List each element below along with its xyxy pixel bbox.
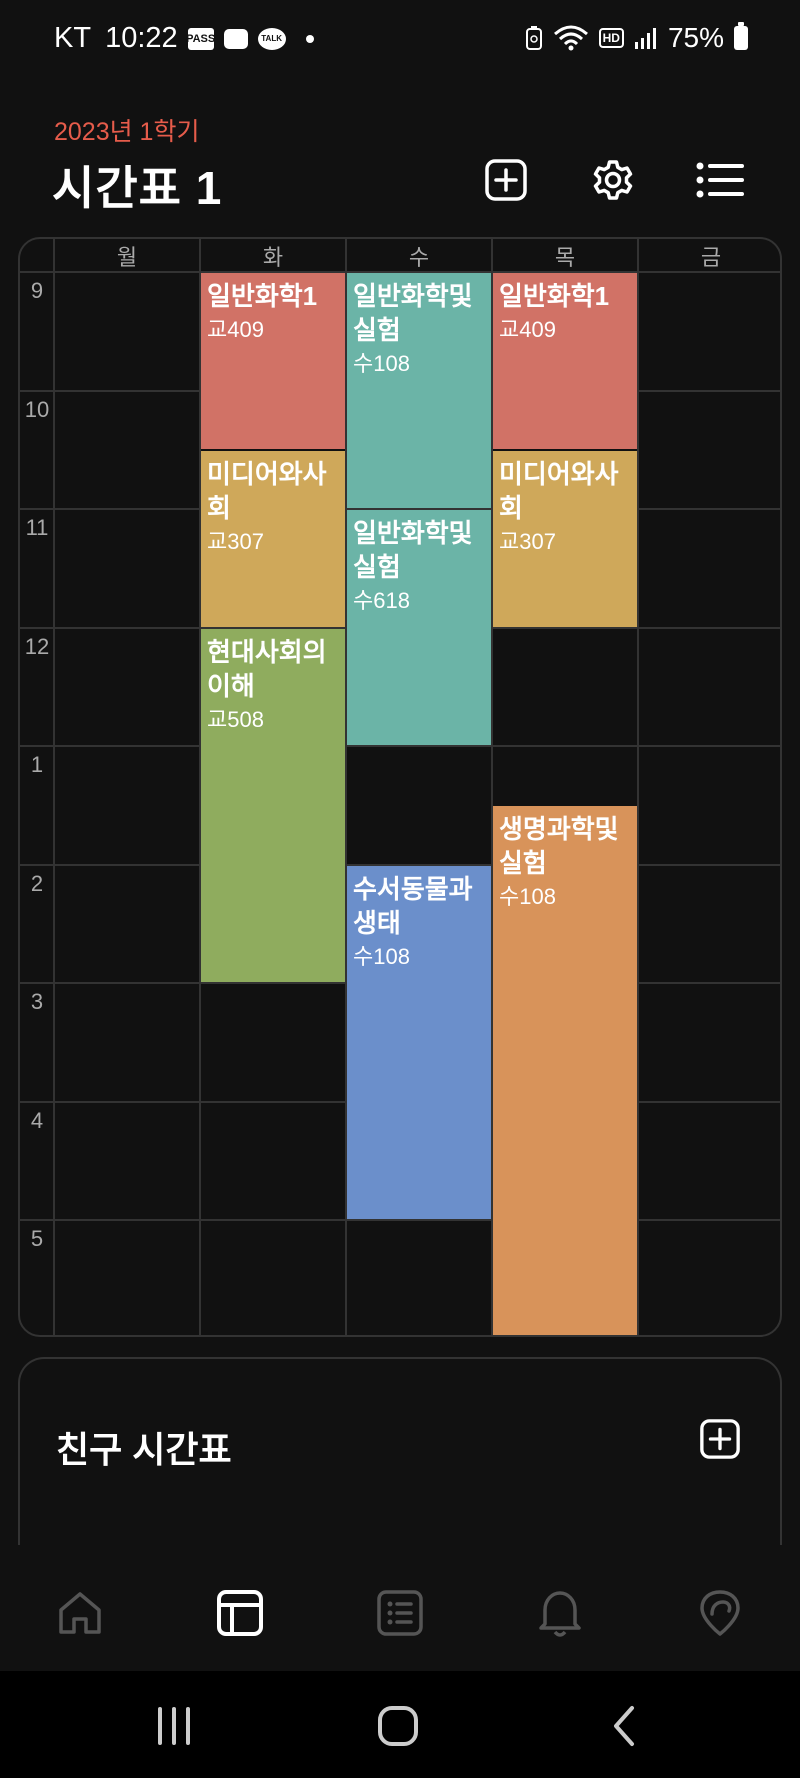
system-navigation-bar xyxy=(0,1671,800,1778)
map-pin-icon xyxy=(700,1590,740,1636)
bottom-navigation xyxy=(0,1545,800,1671)
bell-icon xyxy=(539,1591,581,1637)
friend-timetable-title: 친구 시간표 xyxy=(56,1429,232,1470)
class-name: 미디어와사회 xyxy=(499,458,619,523)
friend-timetable-card: 친구 시간표 xyxy=(18,1357,782,1557)
hour-label: 9 xyxy=(30,278,44,303)
nav-home[interactable] xyxy=(50,1583,110,1643)
class-name: 수서동물과생태 xyxy=(353,873,473,938)
class-block[interactable]: 미디어와사회교307 xyxy=(201,450,345,627)
class-name: 일반화학1 xyxy=(499,281,610,311)
pass-icon: PASS xyxy=(186,27,215,50)
class-name: 미디어와사회 xyxy=(207,458,327,523)
class-room: 교508 xyxy=(207,706,264,732)
hour-label: 12 xyxy=(24,633,50,659)
grid-line xyxy=(20,745,780,747)
nav-board[interactable] xyxy=(370,1583,430,1643)
timetable-icon xyxy=(217,1590,263,1636)
class-room: 수108 xyxy=(499,884,556,910)
timetable-list-button[interactable] xyxy=(692,152,748,208)
nav-notifications[interactable] xyxy=(530,1583,590,1643)
day-header-fri: 금 xyxy=(700,244,722,270)
class-room: 교307 xyxy=(499,528,556,554)
class-block[interactable]: 미디어와사회교307 xyxy=(493,450,637,627)
class-room: 수108 xyxy=(353,351,410,376)
day-header-wed: 수 xyxy=(408,244,430,270)
home-circle-icon xyxy=(378,1706,418,1746)
class-block[interactable]: 일반화학및실험수108 xyxy=(347,273,491,508)
status-left: KT 10:22 PASS TALK xyxy=(54,22,314,55)
home-button[interactable] xyxy=(368,1701,428,1751)
hour-label: 2 xyxy=(30,870,44,896)
class-room: 수108 xyxy=(353,943,410,969)
class-room: 수618 xyxy=(353,588,410,613)
class-room: 교307 xyxy=(207,528,264,554)
hour-label: 4 xyxy=(30,1107,44,1133)
home-icon xyxy=(59,1592,101,1634)
status-bar: KT 10:22 PASS TALK HD 75% xyxy=(0,0,800,80)
clock: 10:22 xyxy=(105,22,178,54)
gear-icon xyxy=(593,160,633,200)
hour-label: 5 xyxy=(30,1226,44,1251)
kakaotalk-icon: TALK xyxy=(257,27,286,50)
day-header-mon: 월 xyxy=(116,244,138,270)
class-room: 교409 xyxy=(499,317,556,342)
grid-line xyxy=(20,1219,780,1221)
back-icon xyxy=(614,1706,634,1746)
plus-square-icon xyxy=(485,159,527,201)
class-block[interactable]: 일반화학및실험수618 xyxy=(347,510,491,745)
semester-label[interactable]: 2023년 1학기 xyxy=(54,112,199,148)
wifi-icon xyxy=(553,25,588,51)
back-button[interactable] xyxy=(594,1701,654,1751)
hour-label: 1 xyxy=(30,752,44,777)
message-icon xyxy=(223,28,248,49)
carrier-label: KT xyxy=(54,22,92,54)
grid-line xyxy=(637,239,639,1335)
class-name: 생명과학및실험 xyxy=(499,814,619,879)
class-name: 현대사회의이해 xyxy=(207,636,327,701)
notification-dot-icon xyxy=(305,34,314,43)
recents-button[interactable] xyxy=(144,1701,204,1751)
battery-percent: 75% xyxy=(667,22,724,53)
list-icon xyxy=(696,162,744,198)
hour-label: 10 xyxy=(24,396,50,422)
class-block[interactable]: 수서동물과생태수108 xyxy=(347,865,491,1219)
battery-saver-icon xyxy=(525,26,542,50)
class-name: 일반화학1 xyxy=(207,281,318,311)
hour-label: 11 xyxy=(25,515,49,540)
add-friend-button[interactable] xyxy=(698,1417,742,1461)
day-header-tue: 화 xyxy=(262,244,284,270)
class-block[interactable]: 일반화학1 교409 xyxy=(201,273,345,449)
day-header-thu: 목 xyxy=(554,244,576,270)
class-name: 일반화학및실험 xyxy=(353,281,473,345)
hd-voice-icon: HD xyxy=(598,28,624,48)
recents-icon xyxy=(158,1707,190,1745)
nav-campus[interactable] xyxy=(690,1583,750,1643)
timetable-grid[interactable]: 월 화 수 목 금 9 10 11 12 1 2 3 4 5 일반화학1 교409… xyxy=(18,237,782,1337)
class-name: 일반화학및실험 xyxy=(353,518,473,582)
class-block[interactable]: 일반화학1 교409 xyxy=(493,273,637,449)
list-icon xyxy=(377,1590,423,1636)
hour-label: 3 xyxy=(30,989,44,1014)
page-title: 시간표 1 xyxy=(52,162,223,214)
plus-square-icon xyxy=(700,1419,740,1459)
signal-icon xyxy=(634,28,656,49)
class-room: 교409 xyxy=(207,317,264,342)
nav-timetable[interactable] xyxy=(210,1583,270,1643)
status-right: HD 75% xyxy=(525,22,748,54)
class-block[interactable]: 생명과학및실험수108 xyxy=(493,806,637,1335)
add-timetable-button[interactable] xyxy=(478,152,534,208)
settings-button[interactable] xyxy=(585,152,641,208)
class-block[interactable]: 현대사회의이해교508 xyxy=(201,628,345,982)
battery-icon xyxy=(734,22,748,50)
